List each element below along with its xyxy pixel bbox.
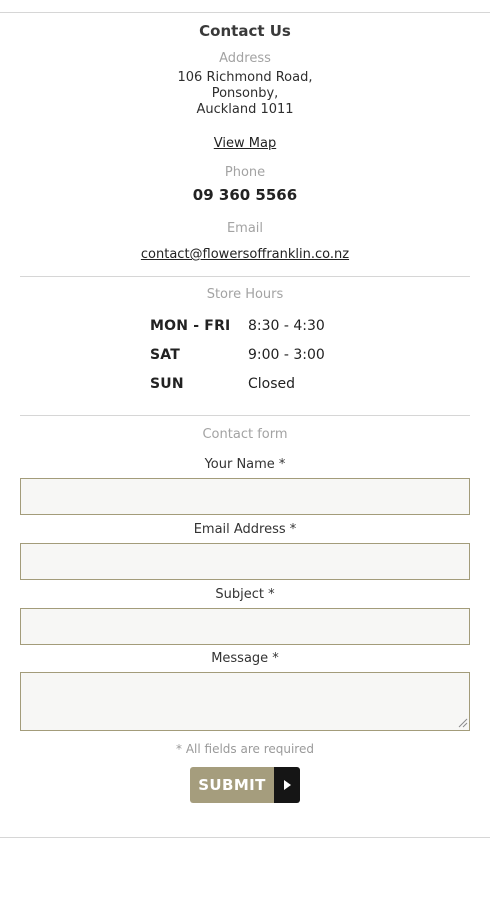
hours-day: MON - FRI bbox=[150, 318, 231, 334]
view-map-link[interactable]: View Map bbox=[214, 136, 276, 151]
phone-label: Phone bbox=[224, 165, 266, 180]
contact-form-title: Contact form bbox=[202, 427, 288, 442]
contact-title: Contact Us bbox=[199, 22, 291, 40]
view-map-wrapper: View Map bbox=[0, 132, 490, 151]
address-line-3: Auckland 1011 bbox=[196, 102, 294, 117]
hours-divider bbox=[20, 276, 470, 277]
subject-field-label: Subject * bbox=[215, 587, 275, 602]
hours-row: MON - FRI 8:30 - 4:30 bbox=[150, 318, 350, 338]
hours-day: SUN bbox=[150, 376, 184, 392]
hours-time: Closed bbox=[248, 376, 296, 392]
form-divider bbox=[20, 415, 470, 416]
subject-input[interactable] bbox=[20, 608, 470, 645]
submit-label: SUBMIT bbox=[190, 767, 274, 803]
email-input[interactable] bbox=[20, 543, 470, 580]
address-label: Address bbox=[219, 51, 271, 66]
hours-row: SAT 9:00 - 3:00 bbox=[150, 347, 350, 367]
phone-number: 09 360 5566 bbox=[192, 186, 298, 204]
play-arrow-icon bbox=[284, 780, 291, 790]
email-link[interactable]: contact@flowersoffranklin.co.nz bbox=[141, 247, 349, 262]
name-field-label: Your Name * bbox=[204, 457, 286, 472]
email-link-wrapper: contact@flowersoffranklin.co.nz bbox=[0, 243, 490, 262]
required-note: * All fields are required bbox=[176, 742, 314, 756]
hours-time: 8:30 - 4:30 bbox=[248, 318, 325, 334]
name-input[interactable] bbox=[20, 478, 470, 515]
bottom-divider bbox=[0, 837, 490, 838]
address-line-2: Ponsonby, bbox=[211, 86, 279, 101]
top-divider bbox=[0, 12, 490, 13]
email-label: Email bbox=[226, 221, 264, 236]
message-field-label: Message * bbox=[211, 651, 279, 666]
address-line-1: 106 Richmond Road, bbox=[177, 70, 313, 85]
hours-day: SAT bbox=[150, 347, 180, 363]
submit-button[interactable]: SUBMIT bbox=[190, 767, 300, 803]
email-field-label: Email Address * bbox=[193, 522, 297, 537]
submit-arrow-box bbox=[274, 767, 300, 803]
message-textarea[interactable] bbox=[20, 672, 470, 731]
store-hours-title: Store Hours bbox=[206, 287, 284, 302]
hours-time: 9:00 - 3:00 bbox=[248, 347, 325, 363]
contact-page: Contact Us Address 106 Richmond Road, Po… bbox=[0, 0, 490, 920]
hours-row: SUN Closed bbox=[150, 376, 350, 396]
